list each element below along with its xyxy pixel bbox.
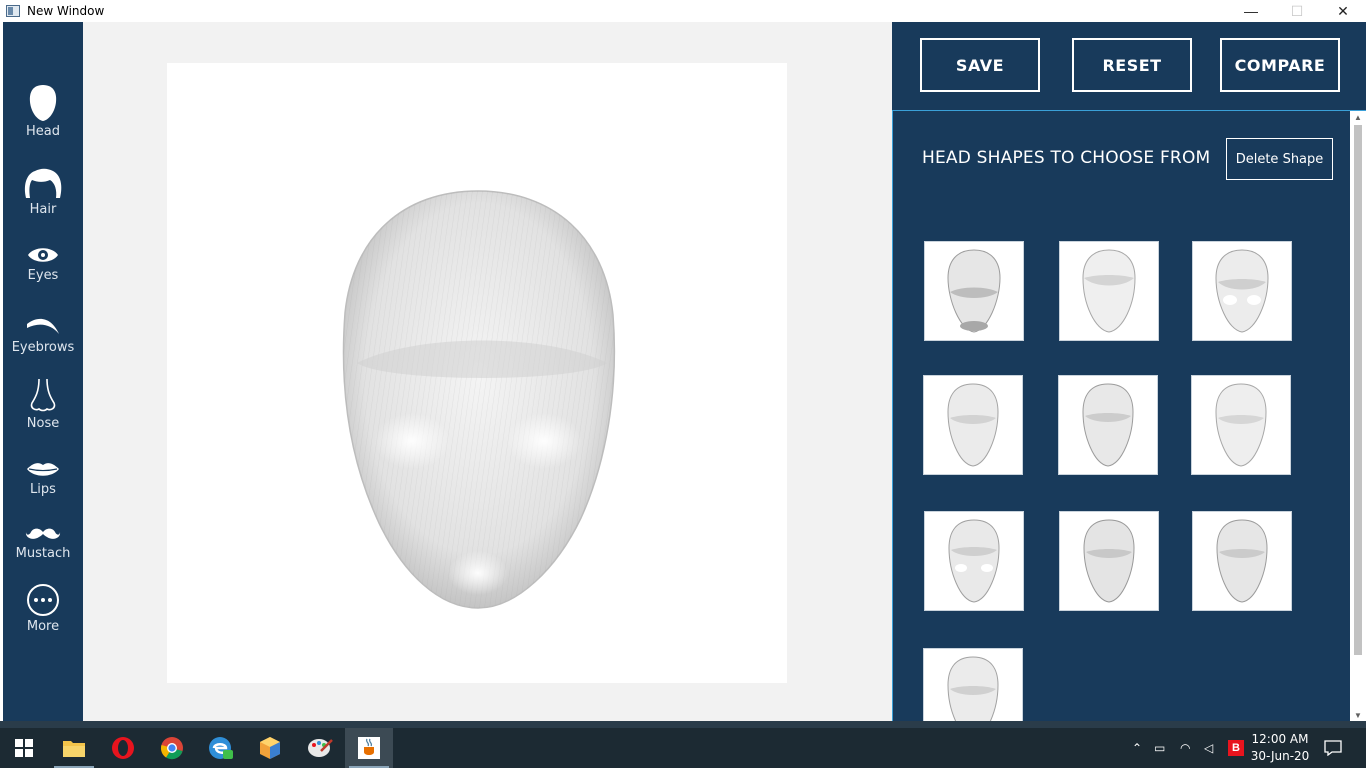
window-app-icon <box>6 5 20 17</box>
head-shape-thumbnail[interactable] <box>923 648 1023 721</box>
editor-workspace <box>83 22 892 721</box>
sidebar-item-label: Nose <box>26 416 60 431</box>
save-button[interactable]: SAVE <box>920 38 1040 92</box>
face-canvas[interactable] <box>167 63 787 683</box>
start-icon <box>15 739 33 757</box>
reset-button[interactable]: RESET <box>1072 38 1192 92</box>
paint-icon <box>308 739 333 757</box>
clock-time: 12:00 AM <box>1251 732 1309 746</box>
sidebar-item-nose[interactable]: Nose <box>3 378 83 431</box>
taskbar-file-explorer[interactable] <box>50 728 98 768</box>
taskbar-java[interactable] <box>345 728 393 768</box>
sidebar-item-label: Hair <box>29 202 57 217</box>
wifi-icon[interactable]: ◠ <box>1180 741 1198 755</box>
sidebar-item-more[interactable]: More <box>3 583 83 634</box>
head-shape-image <box>1083 519 1135 603</box>
head-shape-image <box>1215 383 1267 467</box>
system-tray: ⌃ ▭ ◠ ◁ B <box>1132 728 1244 768</box>
head-shape-image <box>947 249 1001 333</box>
java-icon <box>358 737 380 759</box>
feature-sidebar: Head Hair Eyes Eyebrows Nose Lips Mustac… <box>3 22 83 721</box>
scroll-up-icon[interactable]: ▲ <box>1354 113 1362 122</box>
action-center-button[interactable] <box>1310 728 1356 768</box>
shapes-scrollbar[interactable]: ▲ ▼ <box>1350 111 1366 721</box>
head-shape-thumbnail[interactable] <box>1191 375 1291 475</box>
sidebar-item-eyebrows[interactable]: Eyebrows <box>3 314 83 355</box>
head-shape-image <box>1215 249 1269 333</box>
window-title: New Window <box>27 4 105 18</box>
sidebar-item-label: Head <box>26 124 60 139</box>
clock-date: 30-Jun-20 <box>1250 749 1310 763</box>
volume-icon[interactable]: ◁ <box>1204 741 1222 755</box>
compare-button[interactable]: COMPARE <box>1220 38 1340 92</box>
head-shapes-panel: HEAD SHAPES TO CHOOSE FROM Delete Shape … <box>892 110 1366 721</box>
start-button[interactable] <box>0 728 48 768</box>
lips-icon <box>27 463 59 476</box>
tray-chevron-up-icon[interactable]: ⌃ <box>1132 741 1146 755</box>
taskbar-chrome[interactable] <box>148 728 196 768</box>
head-preview <box>342 190 616 609</box>
close-button[interactable]: ✕ <box>1320 0 1366 22</box>
minimize-button[interactable]: — <box>1228 0 1274 22</box>
app-cube-icon <box>260 737 280 759</box>
taskbar-app-cube[interactable] <box>246 728 294 768</box>
sidebar-item-label: Eyes <box>27 268 59 283</box>
sidebar-item-label: Eyebrows <box>11 340 75 355</box>
head-shape-image <box>1082 383 1134 467</box>
sidebar-item-mustach[interactable]: Mustach <box>3 526 83 561</box>
head-shape-thumbnail[interactable] <box>924 241 1024 341</box>
sidebar-item-head[interactable]: Head <box>3 84 83 139</box>
head-shape-image <box>1082 249 1136 333</box>
head-shape-image <box>947 383 999 467</box>
edge-icon <box>209 737 233 759</box>
head-shape-image <box>1216 519 1268 603</box>
head-shape-thumbnail[interactable] <box>1059 241 1159 341</box>
battery-icon[interactable]: ▭ <box>1154 741 1172 755</box>
chrome-icon <box>160 737 183 760</box>
head-shape-thumbnail[interactable] <box>924 511 1024 611</box>
antivirus-icon[interactable]: B <box>1228 740 1244 756</box>
head-shape-thumbnail[interactable] <box>1058 375 1158 475</box>
delete-shape-button[interactable]: Delete Shape <box>1226 138 1333 180</box>
sidebar-item-label: More <box>26 619 60 634</box>
eye-icon <box>28 248 58 262</box>
window-controls: — ☐ ✕ <box>1228 0 1366 22</box>
shapes-panel-title: HEAD SHAPES TO CHOOSE FROM <box>922 148 1211 168</box>
head-shape-thumbnail[interactable] <box>1192 511 1292 611</box>
more-icon <box>27 584 59 616</box>
scroll-down-icon[interactable]: ▼ <box>1354 711 1362 720</box>
head-shape-thumbnail[interactable] <box>923 375 1023 475</box>
eyebrow-icon <box>27 318 59 334</box>
sidebar-item-label: Lips <box>30 482 56 497</box>
hair-icon <box>24 168 62 198</box>
opera-icon <box>112 737 134 759</box>
sidebar-item-label: Mustach <box>15 546 71 561</box>
sidebar-item-eyes[interactable]: Eyes <box>3 244 83 283</box>
right-panel: SAVE RESET COMPARE HEAD SHAPES TO CHOOSE… <box>892 22 1366 721</box>
taskbar-edge[interactable] <box>197 728 245 768</box>
sidebar-item-lips[interactable]: Lips <box>3 460 83 497</box>
file-explorer-icon <box>63 741 85 757</box>
title-bar: New Window — ☐ ✕ <box>0 0 1366 22</box>
head-shape-thumbnail[interactable] <box>1059 511 1159 611</box>
taskbar: ⌃ ▭ ◠ ◁ B 12:00 AM 30-Jun-20 <box>0 728 1366 768</box>
taskbar-clock[interactable]: 12:00 AM 30-Jun-20 <box>1248 731 1312 765</box>
head-icon <box>29 85 57 121</box>
taskbar-paint[interactable] <box>296 728 344 768</box>
sidebar-item-hair[interactable]: Hair <box>3 168 83 217</box>
notification-icon <box>1324 740 1342 756</box>
scrollbar-thumb[interactable] <box>1354 125 1362 655</box>
mustache-icon <box>25 528 61 539</box>
maximize-button[interactable]: ☐ <box>1274 0 1320 22</box>
taskbar-opera[interactable] <box>99 728 147 768</box>
head-shape-thumbnail[interactable] <box>1192 241 1292 341</box>
desktop-strip <box>0 721 1366 728</box>
nose-icon <box>30 378 56 412</box>
head-shape-image <box>948 519 1000 603</box>
head-shape-image <box>947 656 999 721</box>
